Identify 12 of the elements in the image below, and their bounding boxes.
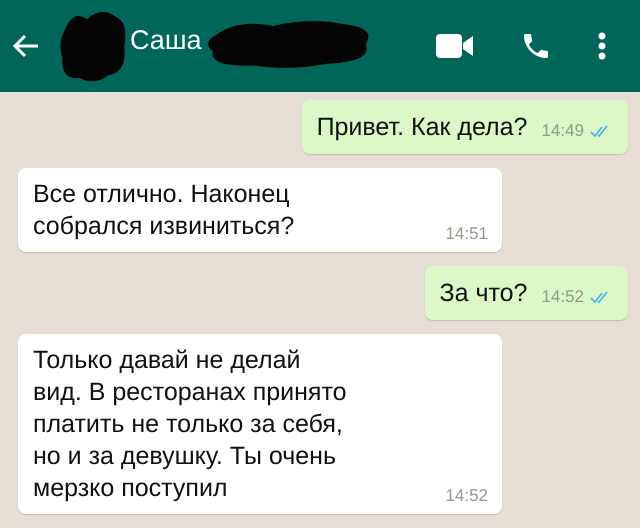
contact-name[interactable]: Саша [130, 24, 202, 56]
video-call-icon[interactable] [436, 34, 474, 58]
message-time: 14:52 [445, 486, 488, 506]
message-text: Все отлично. Наконец собрался извиниться? [33, 179, 296, 242]
back-arrow-icon[interactable] [12, 34, 40, 58]
message-text: Привет. Как дела? [316, 112, 528, 143]
more-options-icon[interactable] [598, 32, 606, 60]
message-time: 14:49 [541, 121, 584, 141]
message-time: 14:51 [445, 224, 488, 244]
message-text: За что? [440, 278, 528, 309]
message-text: Только давай не делай вид. В ресторанах принято платить не только за себя, но и за девушку. Ты очень мерзко поступил [33, 345, 348, 504]
message-time: 14:52 [541, 287, 584, 307]
